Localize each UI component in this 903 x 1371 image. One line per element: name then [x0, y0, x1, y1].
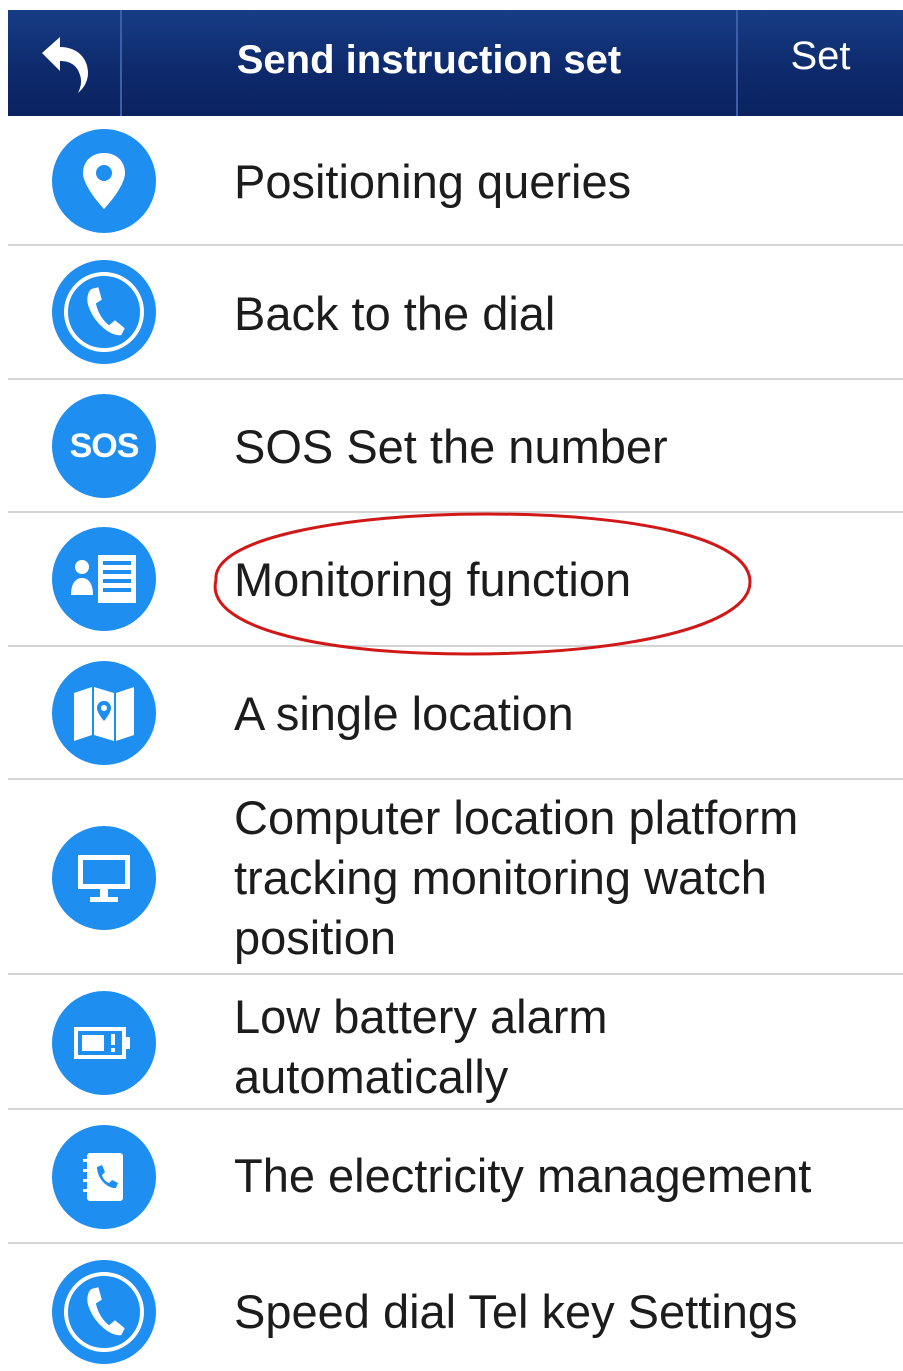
list-item-single-location[interactable]: A single location: [8, 647, 903, 780]
map-icon: [52, 661, 156, 765]
list-item-monitoring-function[interactable]: Monitoring function: [8, 513, 903, 647]
list-item-label: Speed dial Tel key Settings: [234, 1285, 798, 1338]
location-pin-icon: [52, 129, 156, 233]
instruction-list: Positioning queries Back to the dial SOS…: [8, 116, 903, 1371]
list-item-label: Positioning queries: [234, 155, 632, 208]
set-button[interactable]: Set: [738, 10, 903, 116]
list-item-electricity-management[interactable]: The electricity management: [8, 1110, 903, 1244]
list-item-speed-dial-settings[interactable]: Speed dial Tel key Settings: [8, 1244, 903, 1371]
phone-icon: [52, 1260, 156, 1364]
list-item-back-to-dial[interactable]: Back to the dial: [8, 246, 903, 380]
list-item-label: The electricity management: [234, 1149, 812, 1202]
battery-icon: [52, 991, 156, 1095]
list-item-label: Computer location platform tracking moni…: [234, 791, 799, 964]
phone-book-icon: [52, 1125, 156, 1229]
list-item-computer-location-platform[interactable]: Computer location platform tracking moni…: [8, 780, 903, 975]
title-bar: Send instruction set Set: [8, 10, 903, 116]
list-item-label: Back to the dial: [234, 287, 556, 340]
list-item-positioning-queries[interactable]: Positioning queries: [8, 116, 903, 246]
monitor-icon: [52, 826, 156, 930]
list-item-sos-number[interactable]: SOS SOS Set the number: [8, 380, 903, 513]
list-item-label: Low battery alarm automatically: [234, 990, 608, 1103]
sos-icon: SOS: [52, 394, 156, 498]
list-item-label: SOS Set the number: [234, 420, 668, 473]
contact-list-icon: [52, 527, 156, 631]
back-button[interactable]: [8, 10, 120, 116]
phone-icon: [52, 260, 156, 364]
page-title: Send instruction set: [236, 38, 622, 82]
back-arrow-icon: [42, 37, 88, 93]
list-item-label: Monitoring function: [234, 553, 632, 606]
list-item-low-battery-alarm[interactable]: Low battery alarm automatically: [8, 975, 903, 1110]
list-item-label: A single location: [234, 687, 574, 740]
